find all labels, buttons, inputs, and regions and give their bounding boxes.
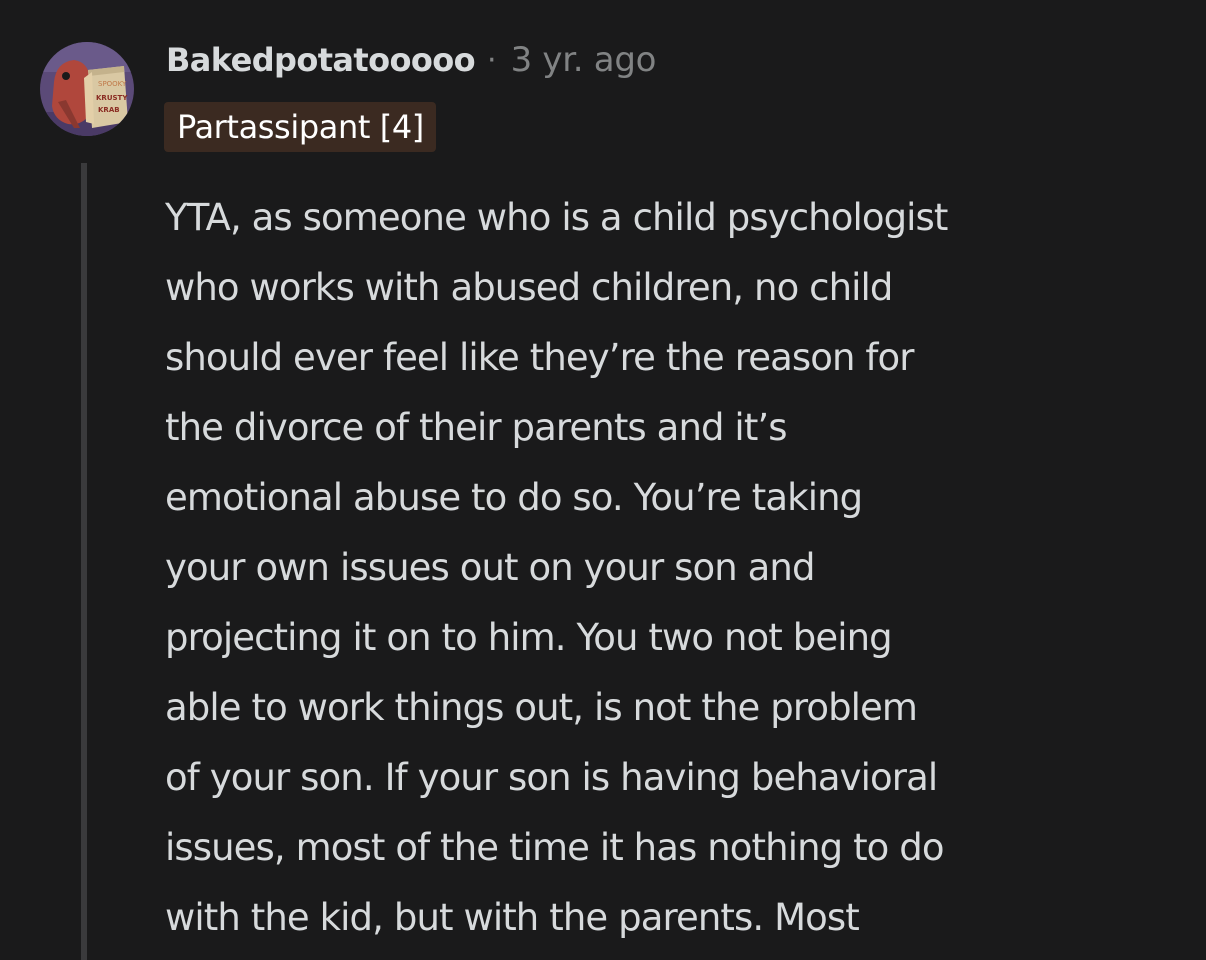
user-avatar-icon[interactable]: SPOOKY KRUSTY KRAB [40,42,134,136]
avatar-bag-text-krusty: KRUSTY [96,94,128,102]
avatar-bag-text-krab: KRAB [98,106,120,114]
comment-body: YTA, as someone who is a child psycholog… [165,183,1185,953]
avatar-bag-text-spooky: SPOOKY [98,80,127,88]
comment-text-line: of your son. If your son is having behav… [165,756,938,799]
comment-text-line: the divorce of their parents and it’s [165,406,788,449]
comment-text-line: YTA, as someone who is a child psycholog… [165,196,948,239]
comment-text-line: should ever feel like they’re the reason… [165,336,914,379]
comment-text-line: who works with abused children, no child [165,266,893,309]
thread-line[interactable] [81,163,87,960]
comment-text-line: able to work things out, is not the prob… [165,686,918,729]
comment-text-line: issues, most of the time it has nothing … [165,826,945,869]
comment-text-line: emotional abuse to do so. You’re taking [165,476,863,519]
username-link[interactable]: Bakedpotatooooo [166,41,476,79]
comment-text-line: your own issues out on your son and [165,546,815,589]
comment-timestamp[interactable]: 3 yr. ago [511,40,657,80]
meta-separator: · [487,42,497,78]
user-flair: Partassipant [4] [164,102,436,152]
comment-text-line: projecting it on to him. You two not bei… [165,616,893,659]
comment-text-line: with the kid, but with the parents. Most [165,896,860,939]
comment-meta: Bakedpotatooooo · 3 yr. ago [166,38,656,82]
